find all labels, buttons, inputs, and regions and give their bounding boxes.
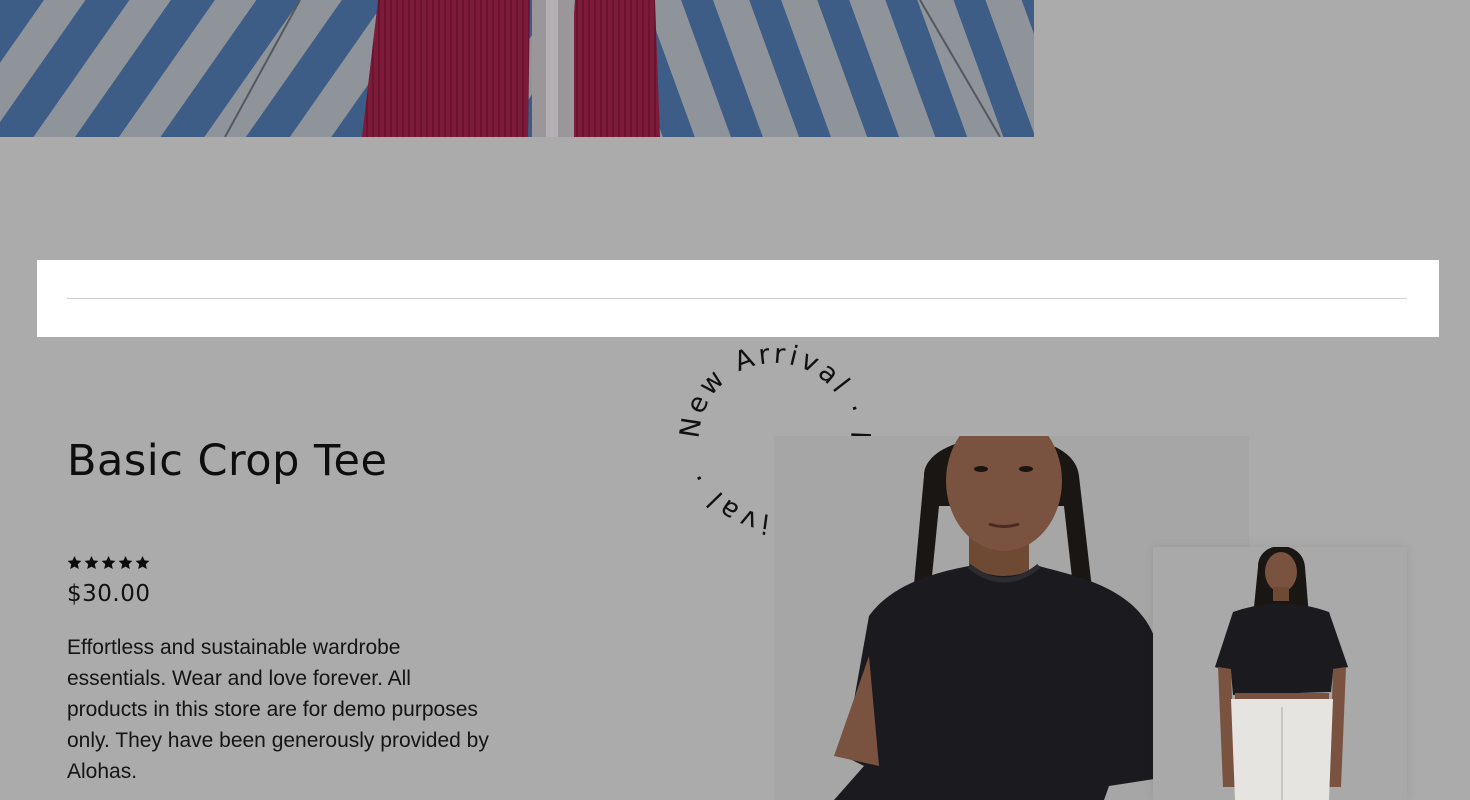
product-image-secondary[interactable] bbox=[1153, 547, 1407, 800]
star-icon bbox=[118, 555, 133, 569]
product-description: Effortless and sustainable wardrobe esse… bbox=[67, 636, 489, 783]
star-icon bbox=[135, 555, 150, 569]
divider-line bbox=[67, 298, 1407, 299]
divider-band bbox=[37, 260, 1439, 337]
star-icon bbox=[67, 555, 82, 569]
product-title: Basic Crop Tee bbox=[67, 436, 388, 486]
product-price: $30.00 bbox=[67, 581, 151, 607]
hero-image bbox=[0, 0, 1034, 137]
star-icon bbox=[84, 555, 99, 569]
star-icon bbox=[101, 555, 116, 569]
rating-stars bbox=[67, 555, 150, 570]
page: Basic Crop Tee $30.00 Effortless and sus… bbox=[0, 0, 1470, 800]
